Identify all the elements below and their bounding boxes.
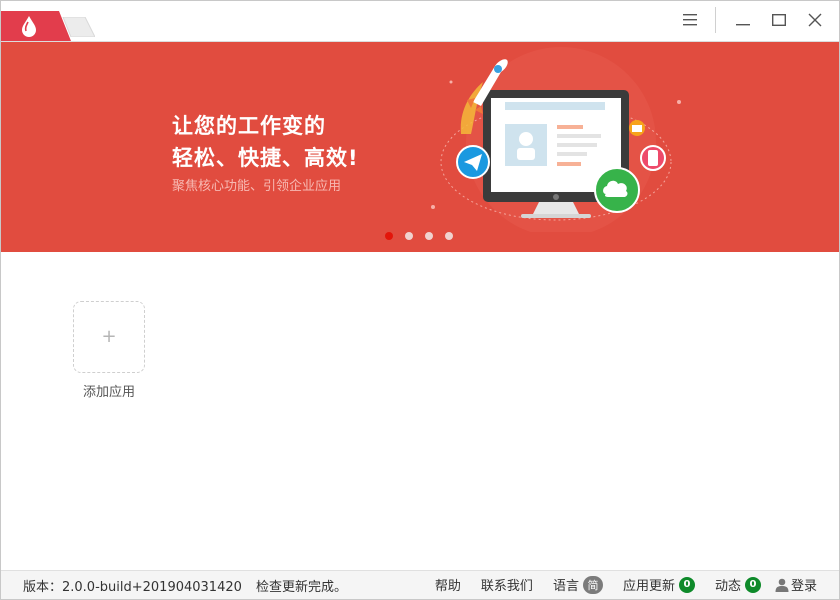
minimize-icon: [736, 24, 750, 26]
send-icon: [456, 145, 490, 179]
mail-icon: [629, 120, 645, 136]
banner-title-line1: 让您的工作变的: [172, 114, 326, 138]
close-icon: [808, 13, 822, 27]
banner-illustration: [431, 47, 681, 232]
banner-subtitle: 聚焦核心功能、引领企业应用: [172, 179, 342, 194]
contact-label: 联系我们: [480, 579, 533, 594]
status-bar: 版本：2.0.0-build+201904031420 检查更新完成。 帮助 联…: [1, 570, 839, 599]
carousel-dot-2[interactable]: [405, 232, 413, 240]
app-window: 让您的工作变的 轻松、快捷、高效! 聚焦核心功能、引领企业应用 + 添加应用 版…: [0, 0, 840, 600]
maximize-button[interactable]: [764, 9, 794, 31]
activity-label: 动态: [714, 579, 741, 594]
language-label: 语言: [552, 579, 579, 594]
carousel-dots: [385, 232, 453, 240]
update-status-text: 检查更新完成。: [256, 580, 348, 595]
plus-icon: +: [101, 326, 117, 347]
titlebar-separator: [715, 7, 716, 33]
carousel-dot-4[interactable]: [445, 232, 453, 240]
status-right: 帮助 联系我们 语言 简 应用更新 0 动态 0 登录: [415, 575, 817, 594]
login-label: 登录: [790, 579, 817, 594]
language-badge: 简: [582, 575, 603, 594]
add-app-button[interactable]: +: [73, 301, 145, 373]
carousel-dot-1[interactable]: [385, 232, 393, 240]
maximize-icon: [772, 14, 786, 26]
close-button[interactable]: [800, 9, 830, 31]
title-bar: [1, 1, 839, 42]
activity-link[interactable]: 动态 0: [715, 575, 761, 594]
phone-icon: [640, 145, 666, 171]
help-link[interactable]: 帮助: [435, 575, 461, 594]
add-app-label: 添加应用: [82, 385, 135, 400]
status-left: 版本：2.0.0-build+201904031420 检查更新完成。: [23, 576, 357, 595]
app-update-link[interactable]: 应用更新 0: [623, 575, 695, 594]
hamburger-menu-icon: [683, 14, 697, 26]
contact-link[interactable]: 联系我们: [481, 575, 533, 594]
user-icon: [775, 578, 789, 592]
carousel-dot-3[interactable]: [425, 232, 433, 240]
language-selector[interactable]: 语言 简: [553, 575, 603, 594]
minimize-button[interactable]: [728, 9, 758, 31]
activity-count-badge: 0: [744, 576, 761, 593]
cloud-icon: [594, 167, 640, 213]
promo-banner[interactable]: 让您的工作变的 轻松、快捷、高效! 聚焦核心功能、引领企业应用: [1, 42, 839, 252]
login-link[interactable]: 登录: [775, 575, 817, 594]
banner-title-line2: 轻松、快捷、高效!: [172, 146, 359, 170]
tab-new[interactable]: [61, 17, 95, 37]
help-label: 帮助: [434, 579, 461, 594]
app-update-count-badge: 0: [678, 576, 695, 593]
version-text: 版本：2.0.0-build+201904031420: [23, 580, 242, 595]
menu-button[interactable]: [675, 9, 705, 31]
app-update-label: 应用更新: [622, 579, 675, 594]
